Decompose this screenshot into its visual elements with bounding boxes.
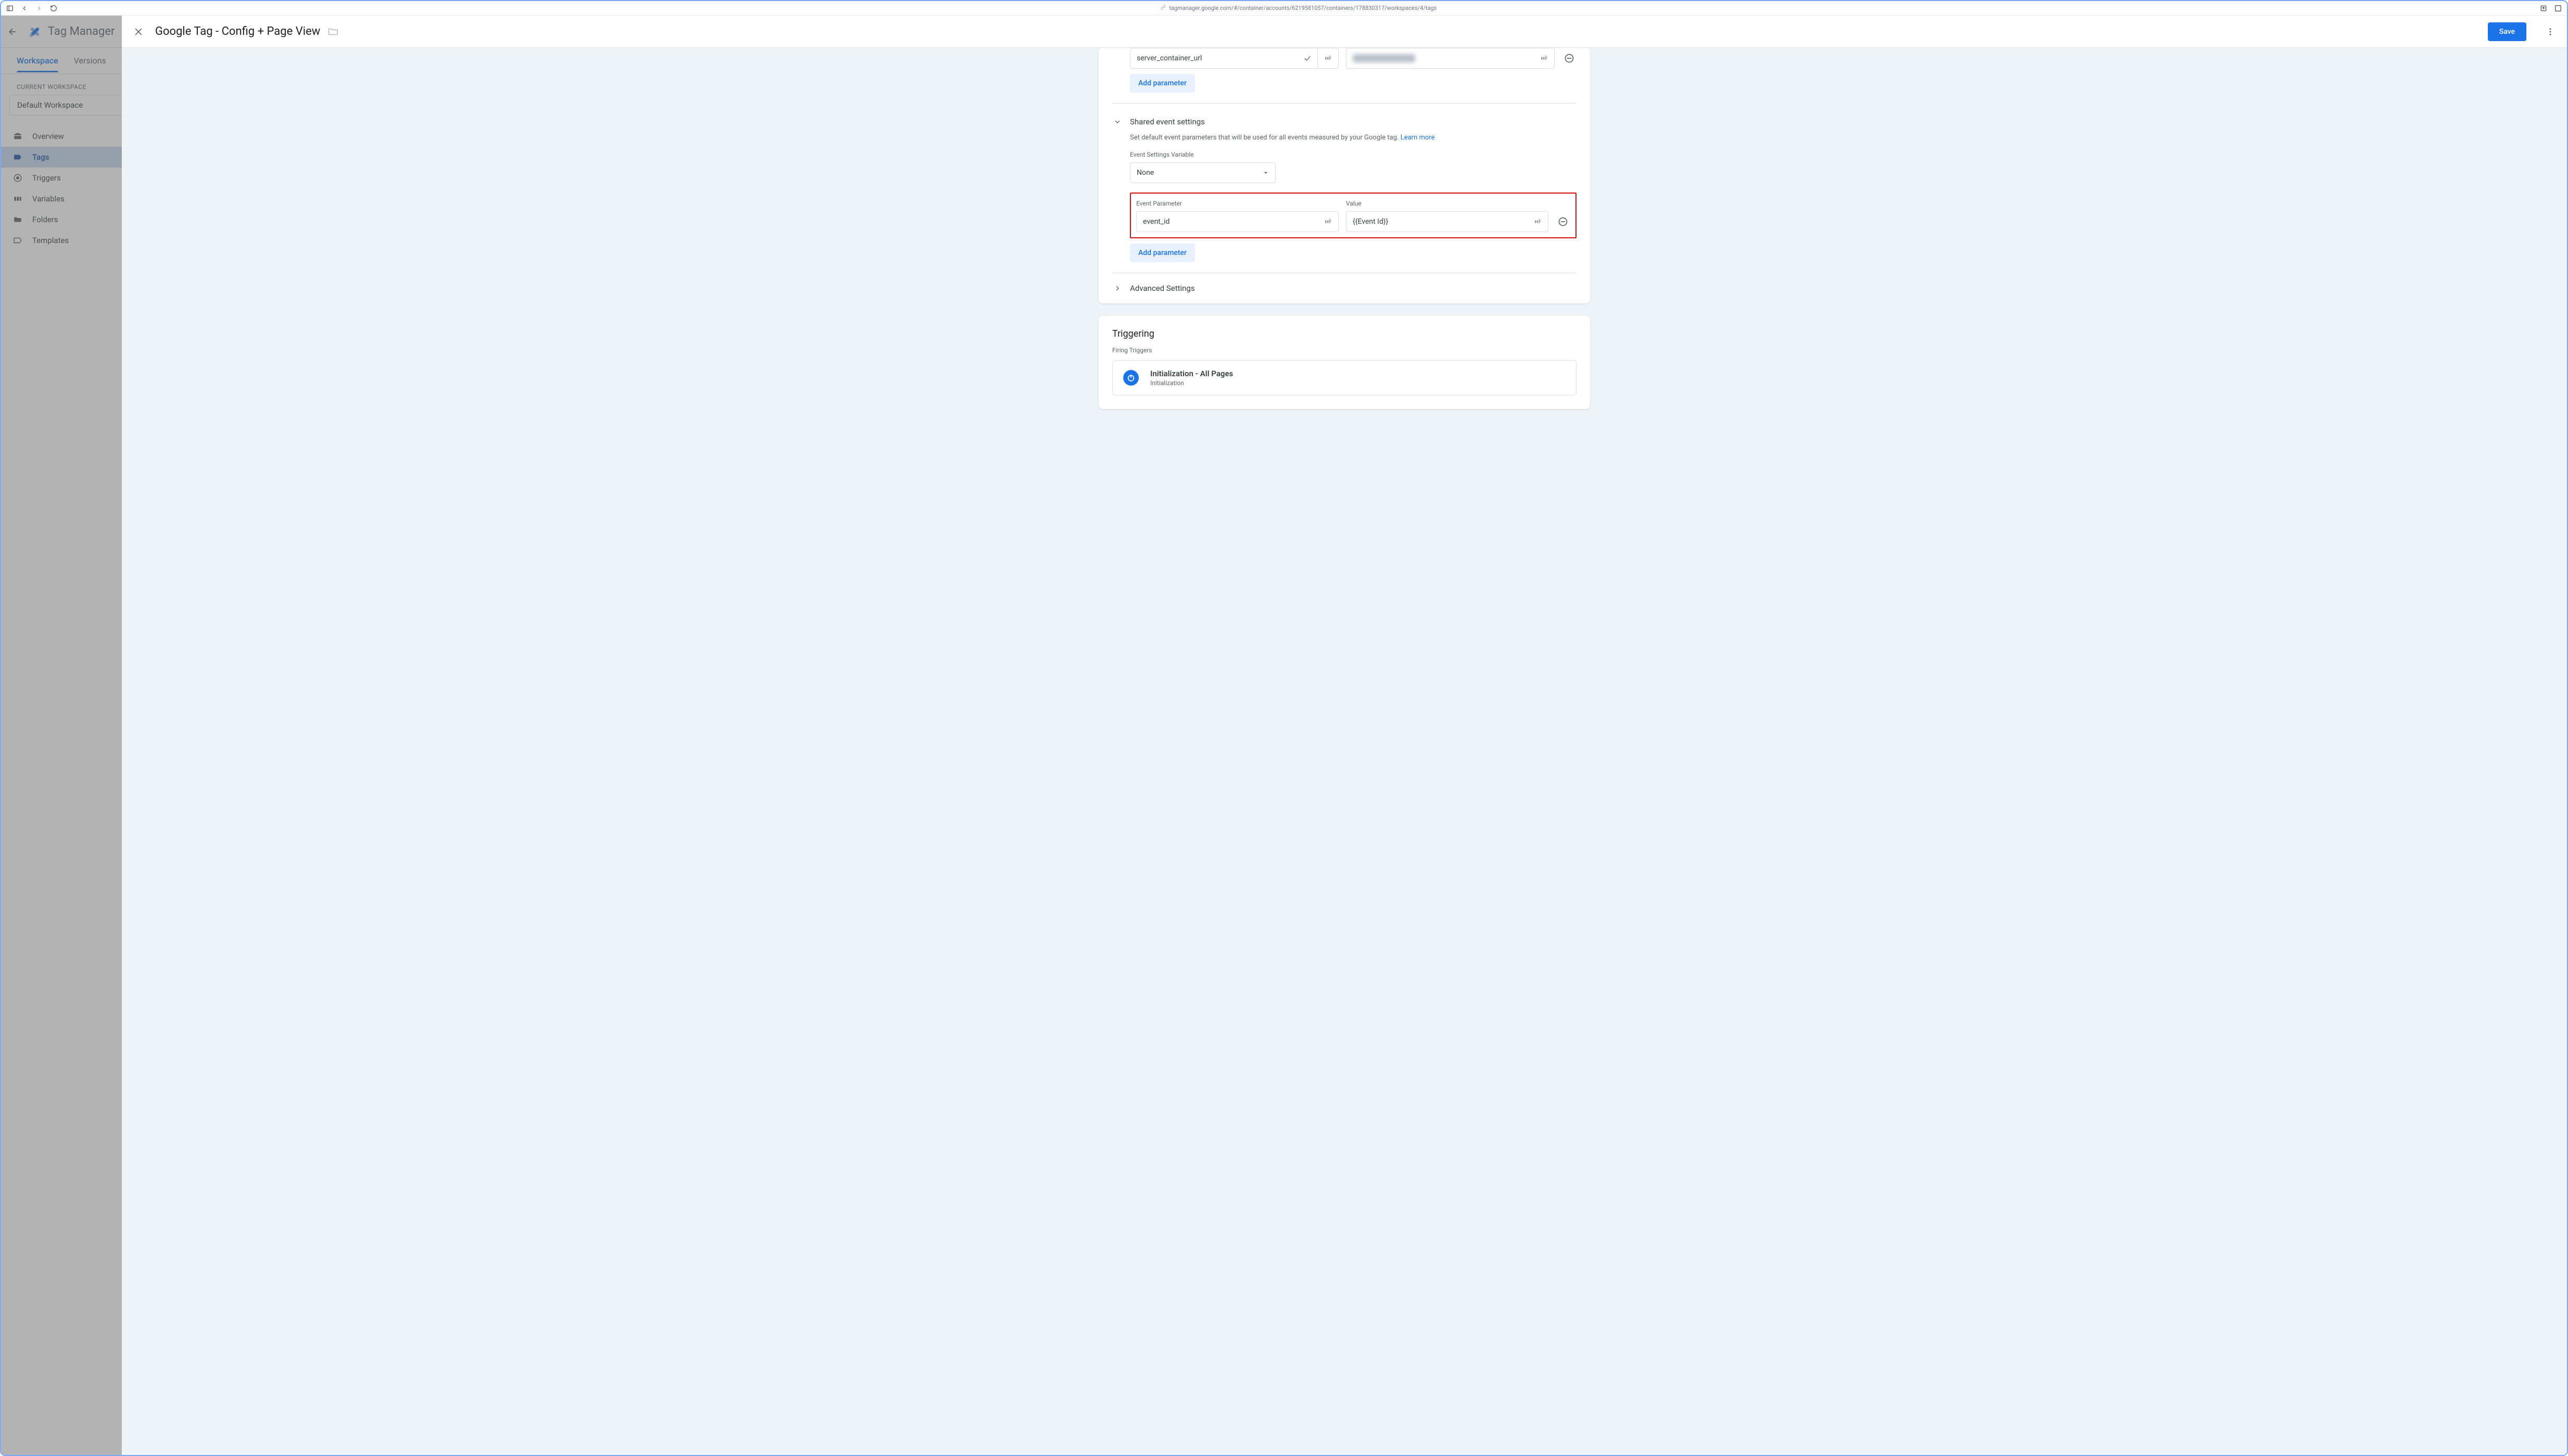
advanced-label: Advanced Settings bbox=[1130, 284, 1195, 293]
triggering-title: Triggering bbox=[1112, 328, 1577, 339]
save-button[interactable]: Save bbox=[2488, 22, 2526, 41]
advanced-settings-header[interactable]: Advanced Settings bbox=[1112, 273, 1577, 303]
trigger-subtitle: Initialization bbox=[1150, 379, 1233, 387]
col-header-param: Event Parameter bbox=[1136, 200, 1339, 207]
col-header-value: Value bbox=[1346, 200, 1548, 207]
config-card: Add parameter Shared event settings bbox=[1099, 48, 1590, 303]
shared-event-settings-section: Shared event settings Set default event … bbox=[1112, 103, 1577, 273]
section-label: Shared event settings bbox=[1130, 117, 1205, 126]
folder-outline-icon[interactable] bbox=[327, 26, 339, 37]
sidebar-toggle-icon[interactable] bbox=[6, 5, 14, 12]
variable-picker-button[interactable] bbox=[1528, 211, 1548, 232]
variable-picker-button[interactable] bbox=[1318, 48, 1339, 69]
tag-editor-panel: Google Tag - Config + Page View Save bbox=[122, 16, 2567, 1455]
remove-icon bbox=[1564, 53, 1574, 63]
select-value: None bbox=[1137, 169, 1154, 177]
address-bar[interactable]: tagmanager.google.com/#/container/accoun… bbox=[65, 5, 2533, 12]
firing-triggers-label: Firing Triggers bbox=[1112, 347, 1577, 354]
chevron-right-icon bbox=[1112, 284, 1123, 292]
remove-row-button[interactable] bbox=[1556, 214, 1570, 229]
chevron-down-icon bbox=[1112, 118, 1123, 126]
config-param-row bbox=[1130, 48, 1577, 69]
add-parameter-button[interactable]: Add parameter bbox=[1130, 244, 1195, 262]
panel-header: Google Tag - Config + Page View Save bbox=[122, 16, 2567, 48]
settings-variable-select[interactable]: None bbox=[1130, 162, 1276, 183]
variable-picker-button[interactable] bbox=[1318, 211, 1339, 232]
nav-forward-icon[interactable] bbox=[35, 5, 43, 12]
more-vert-icon bbox=[2546, 27, 2555, 36]
settings-variable-label: Event Settings Variable bbox=[1130, 151, 1577, 158]
event-param-value-input[interactable] bbox=[1346, 211, 1528, 232]
tabs-icon[interactable] bbox=[2554, 5, 2562, 12]
learn-more-link[interactable]: Learn more bbox=[1401, 134, 1435, 142]
triggering-card[interactable]: Triggering Firing Triggers Initializatio… bbox=[1099, 316, 1590, 409]
remove-icon bbox=[1558, 216, 1568, 227]
param-value-input[interactable] bbox=[1346, 48, 1534, 69]
trigger-row[interactable]: Initialization - All Pages Initializatio… bbox=[1112, 360, 1577, 395]
panel-title[interactable]: Google Tag - Config + Page View bbox=[155, 25, 320, 38]
param-verified-icon bbox=[1297, 48, 1318, 69]
trigger-title: Initialization - All Pages bbox=[1150, 369, 1233, 378]
nav-reload-icon[interactable] bbox=[50, 5, 57, 12]
variable-picker-button[interactable] bbox=[1534, 48, 1555, 69]
dropdown-icon bbox=[1263, 170, 1269, 176]
param-name-input[interactable] bbox=[1130, 48, 1297, 69]
event-param-highlight: Event Parameter Value bbox=[1130, 193, 1577, 238]
initialization-icon bbox=[1123, 370, 1139, 386]
remove-row-button[interactable] bbox=[1562, 51, 1577, 66]
share-icon[interactable] bbox=[2540, 5, 2547, 12]
close-button[interactable] bbox=[132, 25, 145, 38]
close-icon bbox=[133, 27, 144, 37]
link-icon bbox=[1161, 5, 1166, 11]
more-menu-button[interactable] bbox=[2544, 27, 2557, 36]
help-text: Set default event parameters that will b… bbox=[1130, 134, 1577, 142]
add-parameter-button[interactable]: Add parameter bbox=[1130, 74, 1195, 93]
event-param-name-input[interactable] bbox=[1136, 211, 1318, 232]
shared-event-settings-header[interactable]: Shared event settings bbox=[1112, 113, 1577, 134]
browser-chrome: tagmanager.google.com/#/container/accoun… bbox=[1, 1, 2567, 16]
panel-body: Add parameter Shared event settings bbox=[122, 48, 2567, 1455]
url-text: tagmanager.google.com/#/container/accoun… bbox=[1169, 5, 1436, 11]
nav-back-icon[interactable] bbox=[21, 5, 28, 12]
